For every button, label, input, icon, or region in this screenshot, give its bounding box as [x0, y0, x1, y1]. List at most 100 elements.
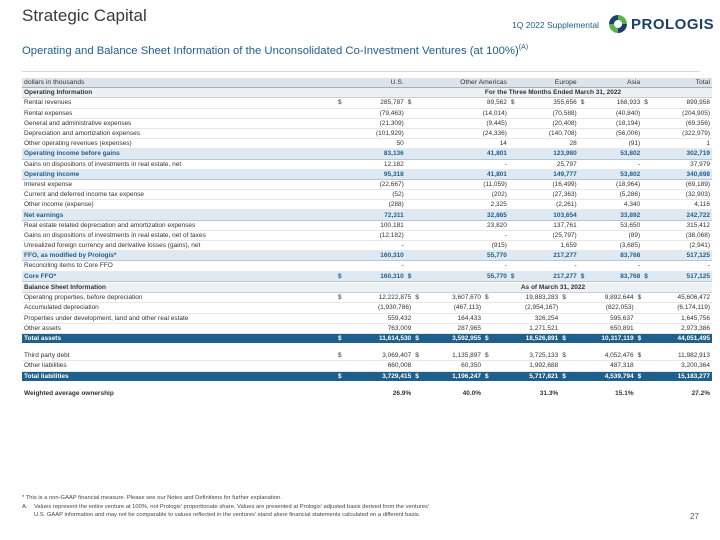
page-number: 27 — [690, 512, 699, 521]
cell-tot: 517,125 — [656, 271, 712, 282]
cell-us: 12,182 — [350, 159, 406, 170]
footnote-a-marker: A. — [22, 504, 28, 510]
cell-oa: 41,801 — [419, 148, 509, 160]
cell-tot: 45,606,472 — [649, 292, 712, 304]
currency-symbol — [642, 209, 657, 221]
cell-oa: (915) — [419, 240, 509, 252]
currency-symbol — [336, 220, 350, 231]
currency-symbol — [642, 240, 657, 252]
currency-symbol — [578, 179, 593, 191]
cell-oa: 40.0% — [427, 388, 484, 398]
currency-symbol — [508, 220, 523, 231]
currency-symbol — [642, 260, 657, 272]
currency-symbol — [336, 108, 350, 119]
currency-symbol — [405, 128, 420, 140]
cell-as: 10,317,119 — [574, 333, 636, 344]
cell-oa: 1,196,247 — [427, 371, 484, 381]
cell-eu: 137,761 — [522, 220, 579, 231]
cell-oa: (24,336) — [419, 128, 509, 140]
row-label: Operating income — [22, 169, 336, 180]
currency-symbol — [578, 250, 593, 262]
currency-symbol — [642, 128, 657, 140]
col-us: U.S. — [350, 78, 406, 89]
currency-symbol — [642, 118, 657, 129]
cell-us: (21,309) — [350, 118, 406, 129]
currency-symbol — [405, 230, 420, 242]
currency-symbol — [642, 108, 657, 119]
currency-symbol — [336, 159, 350, 170]
row-label: Operating income before gains — [22, 148, 336, 160]
cell-tot: (32,903) — [656, 189, 712, 201]
currency-symbol — [578, 240, 593, 252]
cell-as: (3,685) — [592, 240, 643, 252]
currency-symbol — [578, 260, 593, 272]
cell-tot: 315,412 — [656, 220, 712, 231]
currency-symbol — [336, 302, 350, 314]
currency-symbol — [405, 220, 420, 231]
currency-symbol: $ — [508, 271, 523, 282]
currency-symbol — [405, 179, 420, 191]
cell-eu: 19,883,283 — [497, 292, 561, 304]
table-row: Other assets 763,009 287,965 1,271,521 650,8… — [22, 323, 712, 334]
cell-eu: 18,526,891 — [497, 333, 561, 344]
cell-us: (288) — [350, 199, 406, 211]
row-label: Real estate related depreciation and amo… — [22, 220, 336, 231]
table-row: Total assets $11,614,530 $3,592,955 $18,526… — [22, 333, 712, 344]
cell-as: 595,637 — [574, 313, 636, 324]
currency-symbol — [336, 360, 350, 372]
currency-symbol — [508, 240, 523, 252]
currency-symbol — [642, 138, 657, 150]
currency-symbol — [635, 323, 650, 334]
cell-us: 95,318 — [350, 169, 406, 180]
currency-symbol — [578, 199, 593, 211]
currency-symbol — [508, 209, 523, 221]
currency-symbol — [483, 302, 498, 314]
currency-symbol: $ — [560, 371, 575, 381]
cell-as: 53,802 — [592, 169, 643, 180]
currency-symbol — [405, 199, 420, 211]
cell-oa: 60,350 — [427, 360, 484, 372]
cell-oa: 41,801 — [419, 169, 509, 180]
currency-symbol — [578, 220, 593, 231]
currency-symbol — [642, 159, 657, 170]
cell-tot: 1 — [656, 138, 712, 150]
row-label: Total liabilities — [22, 371, 336, 381]
row-label: Weighted average ownership — [22, 388, 336, 398]
currency-symbol — [508, 138, 523, 150]
cell-tot: 4,116 — [656, 199, 712, 211]
currency-symbol — [635, 360, 650, 372]
cell-eu: 31.3% — [497, 388, 561, 398]
cell-eu: 1,271,521 — [497, 323, 561, 334]
cell-tot: (38,068) — [656, 230, 712, 242]
cell-us: 100,181 — [350, 220, 406, 231]
cell-us: 559,432 — [350, 313, 414, 324]
currency-symbol — [508, 169, 523, 180]
currency-symbol: $ — [560, 292, 575, 304]
currency-symbol — [336, 388, 350, 398]
currency-symbol — [578, 159, 593, 170]
cell-tot: 11,982,913 — [649, 351, 712, 362]
currency-symbol — [483, 313, 498, 324]
table-row: Other income (expense) (288) 2,325 (2,261) 4… — [22, 199, 712, 211]
cell-us: 11,614,530 — [350, 333, 414, 344]
cell-eu: (20,408) — [522, 118, 579, 129]
row-label: Properties under development, land and o… — [22, 313, 336, 324]
cell-as: 650,891 — [574, 323, 636, 334]
currency-symbol — [405, 148, 420, 160]
cell-as: (40,840) — [592, 108, 643, 119]
cell-tot: 340,698 — [656, 169, 712, 180]
table-row: Third party debt $3,069,407 $1,135,897 $3,7… — [22, 351, 712, 362]
currency-symbol — [508, 189, 523, 201]
row-label: Accumulated depreciation — [22, 302, 336, 314]
currency-symbol: $ — [336, 271, 350, 282]
table-row: Interest expense (22,667) (11,059) (16,499)… — [22, 179, 712, 191]
currency-symbol — [336, 138, 350, 150]
currency-symbol — [336, 323, 350, 334]
cell-as: 33,892 — [592, 209, 643, 221]
col-europe: Europe — [522, 78, 579, 89]
row-label: FFO, as modified by Prologis* — [22, 250, 336, 262]
row-label: Interest expense — [22, 179, 336, 191]
cell-tot: 27.2% — [649, 388, 712, 398]
row-label: Other operating revenues (expenses) — [22, 138, 336, 150]
cell-oa: (202) — [419, 189, 509, 201]
